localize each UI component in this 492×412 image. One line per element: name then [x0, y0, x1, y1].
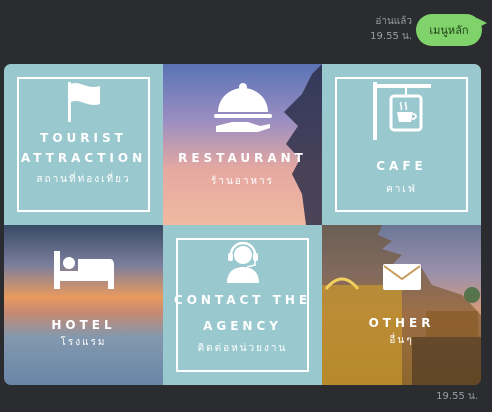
flag-icon	[67, 82, 100, 122]
temple-spire-silhouette	[284, 64, 322, 225]
tile-label-en: HOTEL	[51, 318, 116, 332]
tile-label-th: สถานที่ท่องเที่ยว	[36, 174, 131, 185]
tile-label-en: CAFE	[376, 159, 427, 173]
tile-cafe[interactable]: CAFE คาเฟ่	[322, 64, 481, 225]
tile-hotel[interactable]: HOTEL โรงแรม	[4, 225, 163, 385]
cloche-icon	[213, 83, 272, 132]
bottom-time: 19.55 น.	[436, 391, 478, 402]
tile-tourist-attraction[interactable]: TOURIST ATTRACTION สถานที่ท่องเที่ยว	[4, 64, 163, 225]
tile-label-en: CONTACT THE AGENCY	[173, 293, 312, 333]
user-message-bubble: เมนูหลัก	[416, 14, 487, 46]
message-meta: อ่านแล้ว 19.55 น.	[370, 14, 412, 44]
coffee-sign-icon	[372, 82, 431, 140]
tile-label-th: อื่นๆ	[389, 335, 414, 346]
temple-photo-silhouette	[322, 225, 481, 385]
tile-label-th: คาเฟ่	[386, 184, 417, 195]
read-status: อ่านแล้ว	[375, 16, 412, 27]
tile-other[interactable]: OTHER อื่นๆ	[322, 225, 481, 385]
tile-label-th: ร้านอาหาร	[210, 176, 275, 187]
tile-contact-agency[interactable]: CONTACT THE AGENCY ติดต่อหน่วยงาน	[163, 225, 322, 385]
tile-label-th: โรงแรม	[60, 337, 107, 348]
bed-icon	[53, 251, 114, 289]
envelope-icon	[382, 264, 421, 290]
headset-agent-icon	[226, 241, 259, 283]
tile-label-en: TOURIST ATTRACTION	[20, 131, 147, 165]
tile-restaurant[interactable]: RESTAURANT ร้านอาหาร	[163, 64, 322, 225]
tile-label-en: RESTAURANT	[178, 151, 307, 165]
sent-time: 19.55 น.	[370, 31, 412, 42]
rich-menu: TOURIST ATTRACTION สถานที่ท่องเที่ยว RES…	[4, 64, 481, 385]
tile-label-en: OTHER	[368, 316, 435, 330]
user-message-text: เมนูหลัก	[429, 24, 469, 37]
tile-label-th: ติดต่อหน่วยงาน	[197, 343, 288, 354]
